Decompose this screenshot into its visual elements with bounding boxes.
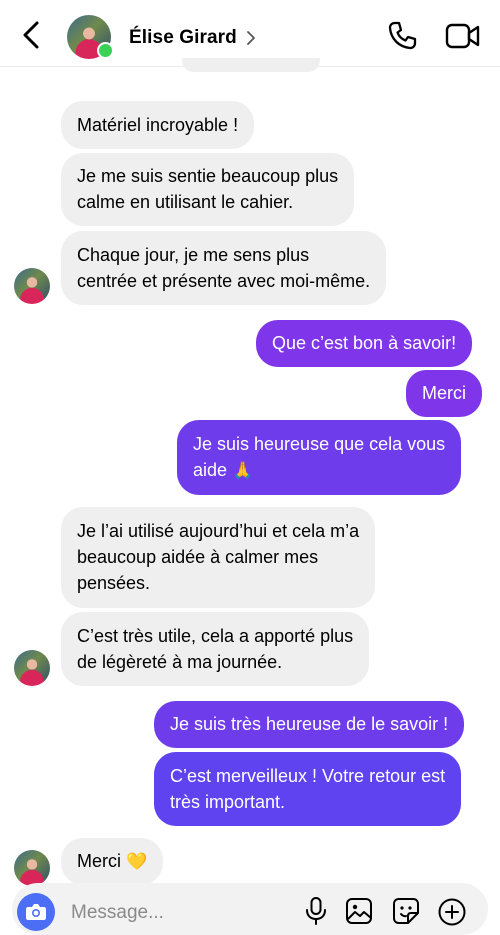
online-status-indicator — [97, 42, 114, 59]
video-call-icon[interactable] — [445, 22, 481, 50]
contact-name[interactable]: Élise Girard — [129, 27, 237, 49]
message-text: Matériel incroyable ! — [77, 115, 239, 135]
message-text-line: Chaque jour, je me sens plus — [77, 245, 310, 265]
outgoing-message[interactable]: Que c’est bon à savoir! — [256, 320, 473, 367]
message-text-line-with-emoji: aide 🙏 — [193, 457, 445, 484]
message-text-line: de légèreté à ma journée. — [77, 652, 283, 672]
outgoing-message[interactable]: Je suis heureuse que cela vous aide 🙏 — [177, 420, 462, 495]
message-text-line: pensées. — [77, 573, 151, 593]
message-text-line: très important. — [170, 792, 286, 812]
chevron-right-icon[interactable] — [245, 29, 257, 47]
incoming-message[interactable]: C’est très utile, cela a apporté plus de… — [61, 612, 370, 686]
add-icon[interactable] — [437, 897, 467, 927]
message-text-line: Je l’ai utilisé aujourd’hui et cela m’a — [77, 521, 360, 541]
gallery-icon[interactable] — [345, 897, 373, 925]
message-text-line: centrée et présente avec moi-même. — [77, 271, 371, 291]
sticker-icon[interactable] — [392, 897, 420, 925]
message-text-line: aide — [193, 460, 228, 480]
message-text: Merci — [422, 383, 466, 403]
contact-avatar-small[interactable] — [14, 268, 50, 304]
outgoing-message[interactable]: Je suis très heureuse de le savoir ! — [154, 701, 465, 748]
message-text-line: C’est merveilleux ! Votre retour est — [170, 766, 446, 786]
message-text-line: beaucoup aidée à calmer mes — [77, 547, 319, 567]
message-text: Que c’est bon à savoir! — [272, 333, 457, 353]
message-text: Merci — [77, 851, 121, 871]
outgoing-message[interactable]: Merci — [406, 370, 482, 417]
outgoing-message[interactable]: C’est merveilleux ! Votre retour est trè… — [154, 752, 462, 826]
message-input[interactable] — [69, 899, 283, 927]
incoming-message[interactable]: Je l’ai utilisé aujourd’hui et cela m’a … — [61, 507, 376, 608]
chat-header: Élise Girard — [0, 0, 500, 67]
incoming-message[interactable]: Matériel incroyable ! — [61, 101, 255, 149]
microphone-icon[interactable] — [303, 896, 329, 926]
message-text-line: calme en utilisant le cahier. — [77, 192, 294, 212]
previous-message-bubble-partial — [182, 58, 320, 72]
message-text-line: C’est très utile, cela a apporté plus — [77, 626, 354, 646]
contact-avatar-small[interactable] — [14, 650, 50, 686]
yellow-heart-emoji: 💛 — [126, 852, 148, 871]
message-text: Je suis très heureuse de le savoir ! — [170, 714, 449, 734]
incoming-message[interactable]: Chaque jour, je me sens plus centrée et … — [61, 231, 387, 305]
camera-button[interactable] — [17, 893, 55, 931]
message-text-line: Je me suis sentie beaucoup plus — [77, 166, 339, 186]
contact-avatar-small[interactable] — [14, 850, 50, 886]
folded-hands-emoji: 🙏 — [232, 461, 254, 480]
phone-icon[interactable] — [386, 20, 418, 52]
message-text-line: Je suis heureuse que cela vous — [193, 434, 446, 454]
camera-icon — [26, 904, 46, 920]
back-arrow-icon[interactable] — [18, 20, 44, 50]
incoming-message[interactable]: Merci 💛 — [61, 838, 164, 885]
incoming-message[interactable]: Je me suis sentie beaucoup plus calme en… — [61, 153, 355, 226]
